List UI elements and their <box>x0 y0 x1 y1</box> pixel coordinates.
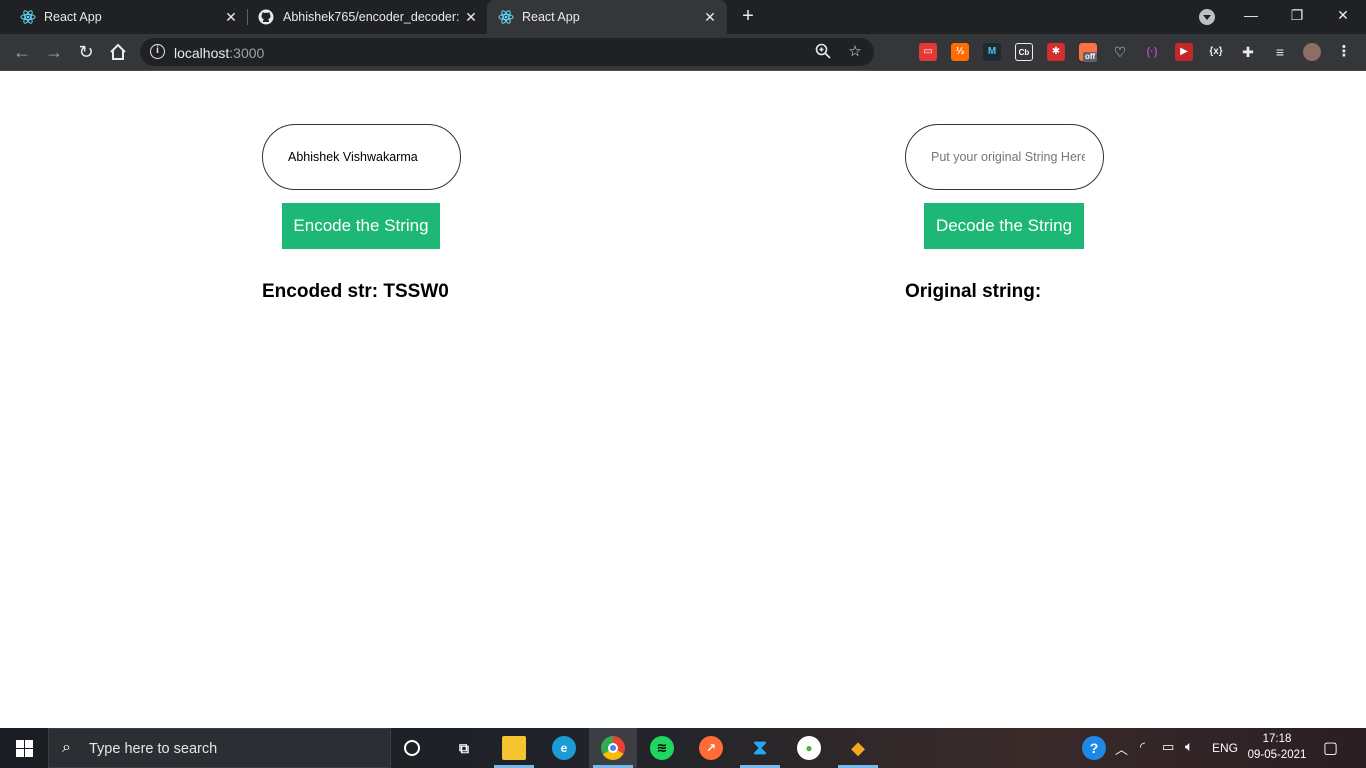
reload-icon[interactable]: ↻ <box>75 41 97 63</box>
extension-cb-icon[interactable]: Cb <box>1015 43 1033 61</box>
close-tab-icon[interactable]: ✕ <box>701 8 719 26</box>
battery-icon[interactable]: ▭ <box>1162 739 1174 768</box>
vscode-icon[interactable]: ⧗ <box>748 736 772 760</box>
media-queue-icon[interactable]: ≡ <box>1271 43 1289 61</box>
extension-red-icon[interactable]: ▭ <box>919 43 937 61</box>
site-info-icon[interactable]: i <box>150 44 165 59</box>
extension-wave-icon[interactable]: (·) <box>1143 43 1161 61</box>
forward-arrow-icon[interactable]: → <box>43 41 65 63</box>
close-tab-icon[interactable]: ✕ <box>222 8 240 26</box>
file-explorer-icon[interactable] <box>502 736 526 760</box>
encode-button[interactable]: Encode the String <box>282 203 440 249</box>
tab-react-app-active[interactable]: React App ✕ <box>487 0 727 34</box>
new-tab-button[interactable]: + <box>737 6 759 28</box>
taskbar-search-box[interactable]: ⌕ Type here to search <box>48 728 391 768</box>
encoded-result-text: Encoded str: TSSW0 <box>262 281 449 302</box>
react-icon <box>498 10 514 24</box>
restore-button[interactable]: ❐ <box>1274 0 1320 34</box>
taskbar-clock[interactable]: 17:18 09-05-2021 <box>1245 731 1309 763</box>
windows-taskbar: ⌕ Type here to search ⧉ e ≋ ↗ ⧗ ● ◆ ? ︿ … <box>0 728 1366 768</box>
extensions-puzzle-icon[interactable]: ✚ <box>1239 43 1257 61</box>
extension-m-icon[interactable]: M <box>983 43 1001 61</box>
url-port: :3000 <box>229 45 265 61</box>
clock-time: 17:18 <box>1262 733 1292 745</box>
extension-badge-icon[interactable]: off <box>1079 43 1098 62</box>
pocket-icon[interactable]: ♡ <box>1111 43 1129 61</box>
tab-github-repo[interactable]: Abhishek765/encoder_decoder: E ✕ <box>248 0 486 34</box>
react-icon <box>20 10 36 24</box>
browser-toolbar: ← → ↻ i localhost:3000 ☆ G <box>0 34 1366 95</box>
bookmark-star-icon[interactable]: ☆ <box>846 43 864 61</box>
extension-badge: off <box>1083 52 1098 62</box>
wifi-icon[interactable]: ◜ <box>1140 739 1145 768</box>
extension-brackets-icon[interactable]: {x} <box>1207 43 1225 61</box>
close-window-button[interactable]: ✕ <box>1320 0 1366 34</box>
show-hidden-icons-chevron-icon[interactable]: ︿ <box>1115 739 1128 768</box>
original-result-text: Original string: <box>905 281 1042 302</box>
address-bar[interactable]: i localhost:3000 ☆ <box>140 38 874 66</box>
app-page: Encode the String Encoded str: TSSW0 Dec… <box>0 71 1366 728</box>
browser-tab-strip: React App ✕ Abhishek765/encoder_decoder:… <box>0 0 1366 34</box>
github-icon <box>258 9 274 25</box>
cortana-icon[interactable] <box>404 740 420 756</box>
extension-orange-icon[interactable]: ⅓ <box>951 43 969 61</box>
url-host: localhost <box>174 45 230 61</box>
back-arrow-icon[interactable]: ← <box>11 41 33 63</box>
minimize-button[interactable]: — <box>1228 0 1274 34</box>
zoom-icon[interactable] <box>814 43 832 61</box>
tab-title: React App <box>522 10 580 24</box>
task-view-icon[interactable]: ⧉ <box>452 736 476 760</box>
help-icon[interactable]: ? <box>1082 736 1106 760</box>
tab-title: React App <box>44 10 102 24</box>
language-indicator[interactable]: ENG <box>1212 741 1238 768</box>
chrome-icon[interactable] <box>601 736 625 760</box>
taskbar-search-placeholder: Type here to search <box>89 741 218 757</box>
clock-date: 09-05-2021 <box>1247 749 1307 761</box>
spotify-icon[interactable]: ≋ <box>650 736 674 760</box>
postman-icon[interactable]: ↗ <box>699 736 723 760</box>
search-icon: ⌕ <box>62 739 71 756</box>
tab-react-app-1[interactable]: React App ✕ <box>0 0 246 34</box>
menu-kebab-icon[interactable]: ⋮ <box>1335 43 1353 61</box>
home-icon[interactable] <box>107 41 129 63</box>
decode-input[interactable] <box>905 124 1104 190</box>
url-text[interactable]: localhost:3000 <box>174 45 264 61</box>
notifications-icon[interactable]: ▢ <box>1323 738 1338 768</box>
tab-search-dropdown-icon[interactable] <box>1199 9 1215 25</box>
windows-start-icon[interactable] <box>16 740 33 757</box>
encode-input[interactable] <box>262 124 461 190</box>
decode-button[interactable]: Decode the String <box>924 203 1084 249</box>
mongodb-compass-icon[interactable]: ● <box>797 736 821 760</box>
profile-avatar[interactable] <box>1303 43 1321 61</box>
extension-puzzle-red-icon[interactable]: ✱ <box>1047 43 1065 61</box>
gitkraken-icon[interactable]: ◆ <box>846 736 870 760</box>
edge-icon[interactable]: e <box>552 736 576 760</box>
volume-icon[interactable]: 🔈︎ <box>1185 738 1193 768</box>
tab-title: Abhishek765/encoder_decoder: E <box>283 10 459 24</box>
close-tab-icon[interactable]: ✕ <box>462 8 480 26</box>
extension-play-icon[interactable]: ▶ <box>1175 43 1193 61</box>
